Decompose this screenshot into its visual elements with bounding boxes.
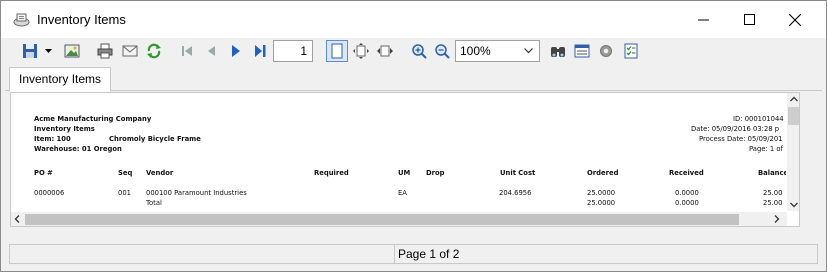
scroll-down-icon[interactable] <box>790 200 798 210</box>
minimize-icon <box>697 19 709 21</box>
next-page-button[interactable] <box>225 40 247 62</box>
image-icon <box>64 44 80 58</box>
total-ordered: 25.0000 <box>587 199 616 207</box>
report-page: Acme Manufacturing Company Inventory Ite… <box>11 93 786 211</box>
col-balance: Balance <box>758 169 786 177</box>
last-page-button[interactable] <box>249 40 271 62</box>
tab-strip: Inventory Items <box>5 65 822 92</box>
company-name: Acme Manufacturing Company <box>34 115 152 123</box>
col-received: Received <box>669 169 704 177</box>
maximize-icon <box>743 14 755 25</box>
previous-page-button[interactable] <box>200 40 222 62</box>
total-received: 0.0000 <box>675 199 699 207</box>
save-icon <box>23 44 37 58</box>
row-po: 0000006 <box>34 189 65 197</box>
zoom-select[interactable]: 100% <box>455 40 540 62</box>
row-received: 0.0000 <box>675 189 699 197</box>
first-page-button[interactable] <box>176 40 198 62</box>
checklist-icon <box>624 43 638 59</box>
zoom-in-icon <box>412 44 427 59</box>
chevron-down-icon <box>44 48 52 53</box>
horizontal-scroll-thumb[interactable] <box>25 214 739 225</box>
process-date: Process Date: 05/09/201 <box>699 135 783 143</box>
horizontal-scrollbar[interactable] <box>11 212 787 226</box>
row-ordered: 25.0000 <box>587 189 616 197</box>
col-seq: Seq <box>118 169 133 177</box>
row-seq: 001 <box>118 189 131 197</box>
minimize-button[interactable] <box>680 1 726 38</box>
next-page-icon <box>232 45 240 57</box>
status-bar: Page 1 of 2 <box>5 244 822 264</box>
report-viewer-window: Inventory Items 1 100% Inventory Items A… <box>0 0 827 272</box>
total-label: Total <box>146 199 162 207</box>
fit-width-icon <box>377 45 393 57</box>
fit-page-icon <box>353 43 369 59</box>
row-unit-cost: 204.6956 <box>499 189 532 197</box>
previous-page-icon <box>208 46 215 56</box>
gear-icon <box>600 45 612 57</box>
parameters-button[interactable] <box>620 40 642 62</box>
chevron-down-icon <box>524 48 533 54</box>
item-number: Item: 100 <box>34 135 71 143</box>
app-icon <box>13 12 30 27</box>
page-setup-button[interactable] <box>571 40 593 62</box>
close-icon <box>789 13 801 26</box>
page-setup-icon <box>574 44 590 58</box>
zoom-out-button[interactable] <box>431 40 453 62</box>
row-um: EA <box>398 189 407 197</box>
col-unit-cost: Unit Cost <box>500 169 536 177</box>
report-title: Inventory Items <box>34 125 95 133</box>
last-page-icon <box>255 45 266 57</box>
scroll-right-icon[interactable] <box>774 215 780 225</box>
report-viewport: Acme Manufacturing Company Inventory Ite… <box>10 92 800 227</box>
report-id: ID: 000101044 <box>733 115 784 123</box>
zoom-value: 100% <box>460 44 491 58</box>
report-date: Date: 05/09/2016 03:28 p <box>691 125 780 133</box>
col-po: PO # <box>34 169 53 177</box>
page-icon <box>331 43 343 59</box>
scroll-up-icon[interactable] <box>790 94 798 104</box>
scroll-left-icon[interactable] <box>14 215 20 225</box>
item-description: Chromoly Bicycle Frame <box>109 135 201 143</box>
printer-icon <box>97 43 113 59</box>
refresh-button[interactable] <box>143 40 165 62</box>
zoom-in-button[interactable] <box>408 40 430 62</box>
maximize-button[interactable] <box>726 1 772 38</box>
row-balance: 25.00 <box>763 189 783 197</box>
page-number-input[interactable]: 1 <box>273 40 313 62</box>
find-button[interactable] <box>547 40 569 62</box>
status-page-info: Page 1 of 2 <box>394 244 818 264</box>
row-vendor: 000100 Paramount Industries <box>146 189 247 197</box>
close-button[interactable] <box>772 1 818 38</box>
fit-width-button[interactable] <box>374 40 396 62</box>
warehouse: Warehouse: 01 Oregon <box>34 145 122 153</box>
vertical-scroll-thumb[interactable] <box>788 107 799 125</box>
vertical-scrollbar[interactable] <box>787 93 799 211</box>
email-button[interactable] <box>119 40 141 62</box>
fit-page-button[interactable] <box>350 40 372 62</box>
refresh-icon <box>147 43 161 59</box>
binoculars-icon <box>551 47 565 57</box>
col-drop: Drop <box>426 169 445 177</box>
total-balance: 25.00 <box>763 199 783 207</box>
settings-button[interactable] <box>595 40 617 62</box>
save-dropdown-button[interactable] <box>42 40 54 62</box>
first-page-icon <box>182 46 192 56</box>
col-vendor: Vendor <box>146 169 174 177</box>
title-bar: Inventory Items <box>1 1 826 38</box>
col-um: UM <box>398 169 411 177</box>
export-image-button[interactable] <box>61 40 83 62</box>
print-button[interactable] <box>94 40 116 62</box>
save-button[interactable] <box>19 40 41 62</box>
window-title: Inventory Items <box>37 12 126 27</box>
status-left <box>9 244 395 264</box>
report-page-count: Page: 1 of <box>749 145 783 153</box>
col-ordered: Ordered <box>587 169 619 177</box>
single-page-view-button[interactable] <box>326 40 348 62</box>
col-required: Required <box>314 169 349 177</box>
envelope-icon <box>122 45 138 57</box>
toolbar: 1 100% <box>5 38 822 65</box>
zoom-out-icon <box>435 44 450 59</box>
tab-inventory-items[interactable]: Inventory Items <box>9 67 112 92</box>
